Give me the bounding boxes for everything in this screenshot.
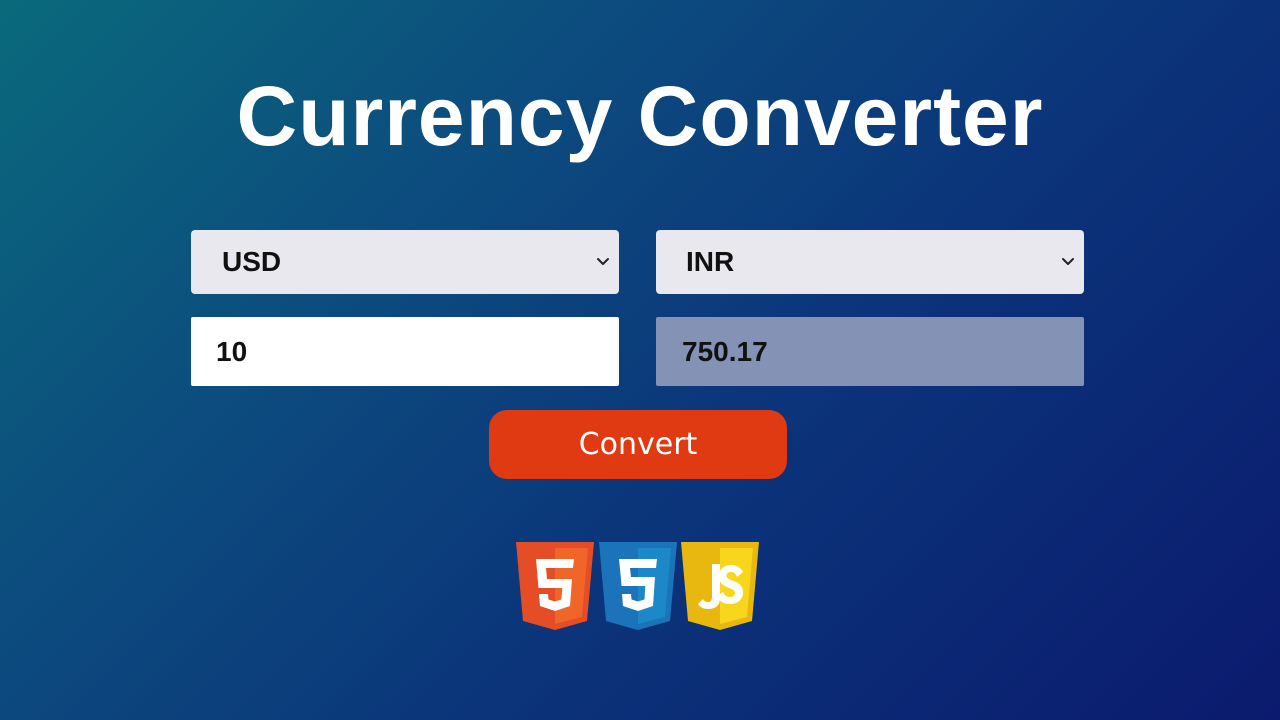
page-title: Currency Converter [236, 69, 1044, 163]
chevron-down-icon [1062, 258, 1074, 265]
to-currency-value: INR [686, 246, 735, 277]
result-value: 750.17 [682, 336, 768, 367]
html5-logo [516, 542, 594, 630]
from-currency-value: USD [222, 246, 282, 277]
from-currency-select[interactable]: USD [191, 230, 619, 294]
amount-input[interactable]: 10 [191, 317, 619, 386]
convert-button[interactable]: Convert [489, 410, 787, 479]
to-currency-select[interactable]: INR [656, 230, 1084, 294]
amount-value: 10 [216, 336, 248, 367]
result-field: 750.17 [656, 317, 1084, 386]
javascript-logo [681, 542, 759, 630]
css3-logo [599, 542, 677, 630]
chevron-down-icon [597, 258, 609, 265]
